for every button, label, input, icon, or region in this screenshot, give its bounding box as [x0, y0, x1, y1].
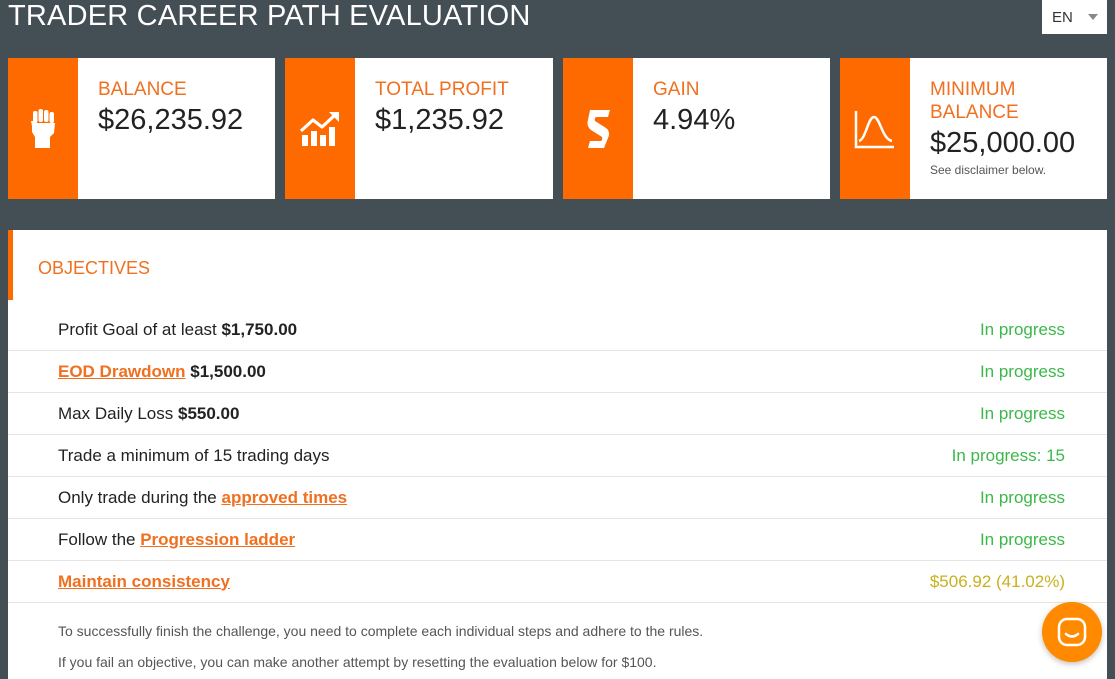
- objective-approved-times: Only trade during the approved times In …: [8, 477, 1107, 519]
- approved-times-link[interactable]: approved times: [221, 488, 347, 507]
- objective-text: Trade a minimum of 15 trading days: [58, 445, 330, 465]
- status-text: In progress: 15: [951, 445, 1065, 465]
- trending-up-bars-icon: [285, 58, 355, 199]
- objective-eod-drawdown: EOD Drawdown $1,500.00 In progress: [8, 351, 1107, 393]
- minimum-balance-value: $25,000.00: [930, 127, 1076, 159]
- objective-max-daily-loss: Max Daily Loss $550.00 In progress: [8, 393, 1107, 435]
- footnote-reset-evaluation: If you fail an objective, you can make a…: [58, 654, 657, 670]
- progression-ladder-link[interactable]: Progression ladder: [140, 530, 295, 549]
- footnote-complete-steps: To successfully finish the challenge, yo…: [58, 623, 704, 639]
- balance-label: BALANCE: [98, 79, 187, 100]
- chat-support-button[interactable]: [1042, 602, 1102, 662]
- objective-text: Follow the Progression ladder: [58, 529, 296, 549]
- gain-value: 4.94%: [653, 104, 736, 136]
- chevron-down-icon: [1088, 14, 1098, 20]
- objective-text: Max Daily Loss $550.00: [58, 403, 240, 423]
- balance-card: BALANCE $26,235.92: [8, 58, 275, 199]
- total-profit-value: $1,235.92: [375, 104, 505, 136]
- objectives-heading: OBJECTIVES: [38, 258, 151, 278]
- total-profit-card: TOTAL PROFIT $1,235.92: [285, 58, 553, 199]
- gain-card: GAIN 4.94%: [563, 58, 830, 199]
- minimum-balance-card: MINIMUM BALANCE $25,000.00 See disclaime…: [840, 58, 1107, 199]
- page-title: TRADER CAREER PATH EVALUATION: [8, 0, 531, 32]
- objective-text: Only trade during the approved times: [58, 487, 348, 507]
- status-text: In progress: [979, 403, 1065, 423]
- objectives-panel: OBJECTIVES Profit Goal of at least $1,75…: [8, 230, 1107, 679]
- panel-accent-bar: [8, 230, 13, 300]
- eod-drawdown-link[interactable]: EOD Drawdown: [58, 362, 186, 381]
- objective-progression-ladder: Follow the Progression ladder In progres…: [8, 519, 1107, 561]
- objective-consistency: Maintain consistency $506.92 (41.02%): [8, 561, 1107, 603]
- gain-label: GAIN: [653, 79, 700, 100]
- status-text: In progress: [979, 361, 1065, 381]
- consistency-status: $506.92 (41.02%): [929, 571, 1065, 591]
- objective-text: Profit Goal of at least $1,750.00: [58, 319, 298, 339]
- total-profit-label: TOTAL PROFIT: [375, 79, 509, 100]
- objective-text: Maintain consistency: [58, 572, 230, 592]
- status-text: In progress: [979, 529, 1065, 549]
- chat-icon: [1057, 617, 1087, 647]
- raised-fist-icon: [8, 58, 78, 199]
- language-select[interactable]: EN: [1042, 0, 1107, 34]
- objective-profit-goal: Profit Goal of at least $1,750.00 In pro…: [8, 309, 1107, 351]
- objective-trading-days: Trade a minimum of 15 trading days In pr…: [8, 435, 1107, 477]
- disclaimer-note: See disclaimer below.: [930, 163, 1047, 177]
- objectives-list: Profit Goal of at least $1,750.00 In pro…: [8, 309, 1107, 603]
- status-text: In progress: [979, 487, 1065, 507]
- dollar-s-icon: [563, 58, 633, 199]
- minimum-balance-label: MINIMUM BALANCE: [930, 79, 1019, 123]
- curve-chart-icon: [840, 58, 910, 199]
- maintain-consistency-link[interactable]: Maintain consistency: [58, 572, 230, 591]
- language-value: EN: [1052, 8, 1073, 26]
- objective-text: EOD Drawdown $1,500.00: [58, 361, 266, 381]
- status-text: In progress: [979, 319, 1065, 339]
- balance-value: $26,235.92: [98, 104, 244, 136]
